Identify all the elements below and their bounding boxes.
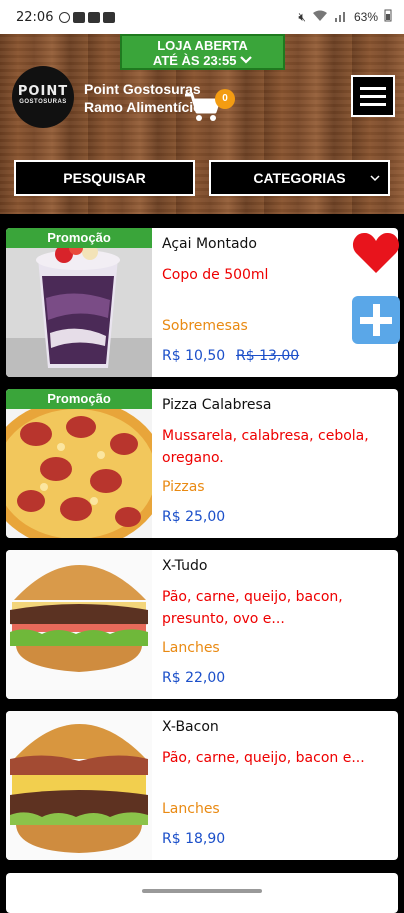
product-name: Pizza Calabresa (162, 397, 272, 413)
battery-text: 63% (353, 10, 378, 24)
product-image-acai (6, 228, 152, 377)
menu-icon-line (360, 86, 386, 90)
product-description: Pão, carne, queijo, bacon, presunto, ovo… (162, 589, 343, 627)
promo-badge: Promoção (6, 389, 152, 409)
product-price: R$ 25,00 (162, 509, 226, 525)
product-card[interactable]: Promoção Pizza Calabresa Mussarela, cala… (6, 389, 398, 538)
notification-icon (103, 11, 116, 23)
product-name: Açai Montado (162, 236, 257, 252)
favorite-heart-icon[interactable] (352, 231, 400, 275)
notification-icon (73, 11, 86, 23)
product-card[interactable]: X-Bacon Pão, carne, queijo, bacon e... L… (6, 711, 398, 860)
chevron-down-icon (240, 53, 252, 68)
mute-icon: 🔇︎ (298, 9, 306, 24)
store-logo: POINT GOSTOSURAS (12, 66, 74, 128)
search-button[interactable]: PESQUISAR (14, 160, 195, 196)
battery-icon (384, 9, 392, 25)
product-description: Mussarela, calabresa, cebola, oregano. (162, 428, 369, 466)
product-image-pizza (6, 389, 152, 538)
hamburger-menu-button[interactable] (351, 75, 395, 117)
chevron-down-icon (370, 162, 380, 194)
status-time: 22:06 (16, 9, 54, 25)
categories-dropdown[interactable]: CATEGORIAS (209, 160, 390, 196)
cart-count-badge: 0 (215, 89, 235, 109)
home-indicator[interactable] (142, 889, 262, 893)
notification-icon (88, 11, 101, 23)
signal-icon (334, 10, 348, 25)
product-category: Sobremesas (162, 318, 248, 334)
product-name: X-Tudo (162, 558, 208, 574)
product-card[interactable]: Promoção Açai Montado Copo de 500ml Sobr… (6, 228, 398, 377)
product-category: Lanches (162, 801, 220, 817)
product-price: R$ 22,00 (162, 670, 226, 686)
product-category: Lanches (162, 640, 220, 656)
wifi-icon (312, 10, 328, 25)
product-image-xtudo (6, 550, 152, 699)
store-status-badge[interactable]: LOJA ABERTA ATÉ ÀS 23:55 (120, 34, 285, 70)
product-price: R$ 10,50 (162, 348, 226, 364)
menu-icon-line (360, 94, 386, 98)
status-bar: 22:06 🔇︎ 63% (0, 0, 404, 34)
promo-badge: Promoção (6, 228, 152, 248)
product-description: Copo de 500ml (162, 267, 269, 283)
menu-icon-line (360, 102, 386, 106)
add-to-cart-plus-icon[interactable] (352, 296, 400, 344)
whatsapp-icon (59, 11, 71, 23)
product-card[interactable]: X-Tudo Pão, carne, queijo, bacon, presun… (6, 550, 398, 699)
product-card[interactable] (6, 873, 398, 913)
product-description: Pão, carne, queijo, bacon e... (162, 750, 365, 766)
product-old-price: R$ 13,00 (236, 348, 300, 364)
product-name: X-Bacon (162, 719, 219, 735)
product-category: Pizzas (162, 479, 205, 495)
product-price: R$ 18,90 (162, 831, 226, 847)
product-image-xbacon (6, 711, 152, 860)
